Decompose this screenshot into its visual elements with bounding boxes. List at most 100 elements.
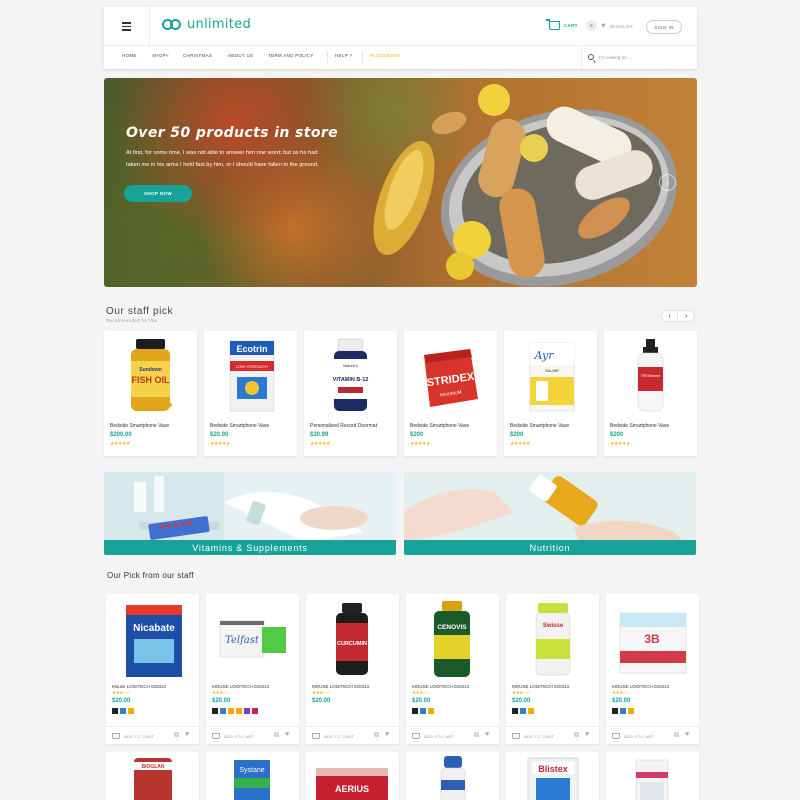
compare-icon[interactable]: ⧉ <box>174 732 179 740</box>
product-card[interactable]: 3B MOUSE LOGITECH 020313 ★★★☆☆ $20.00 AD… <box>606 594 699 744</box>
color-swatch[interactable] <box>112 708 118 714</box>
slider-next-icon[interactable]: › <box>659 174 676 191</box>
compare-icon[interactable]: ⧉ <box>374 732 379 740</box>
product-card[interactable]: CURCUMIN MOUSE LOGITECH 020313 ★★★☆☆ $20… <box>306 594 399 744</box>
product-card[interactable] <box>606 752 699 800</box>
category-label[interactable]: Nutrition <box>404 540 696 555</box>
color-swatch[interactable] <box>236 708 242 714</box>
card-actions: ADD TO CART ⧉ ♥ <box>606 726 699 744</box>
product-name[interactable]: Mouse LOGITECH 020313 <box>112 684 166 689</box>
compare-icon[interactable]: ⧉ <box>574 732 579 740</box>
heart-icon[interactable]: ♥ <box>585 731 589 738</box>
color-swatch[interactable] <box>528 708 534 714</box>
product-name[interactable]: Bedside Smartphone Vase <box>510 423 569 429</box>
product-card[interactable]: STRIDEX MAXIMUM Bedside Smartphone Vase … <box>404 331 497 456</box>
nav-christmas[interactable]: CHRISTMAS <box>183 53 212 58</box>
product-name[interactable]: MOUSE LOGITECH 020313 <box>312 684 369 689</box>
color-swatch[interactable] <box>252 708 258 714</box>
nav-shop[interactable]: SHOP˅ <box>152 53 169 58</box>
color-swatch[interactable] <box>220 708 226 714</box>
color-swatch[interactable] <box>228 708 234 714</box>
color-swatch[interactable] <box>412 708 418 714</box>
product-name[interactable]: Bedside Smartphone Vase <box>210 423 269 429</box>
product-image: STRIDEX MAXIMUM <box>424 349 478 407</box>
product-card[interactable] <box>406 752 499 800</box>
nav-home[interactable]: HOME <box>122 53 137 58</box>
logo[interactable]: unlimited <box>162 17 251 32</box>
product-price: $20.00 <box>210 432 229 438</box>
heart-icon[interactable]: ♥ <box>285 731 289 738</box>
next-arrow-icon[interactable]: › <box>678 310 695 322</box>
product-card[interactable]: BIOGLAN <box>106 752 199 800</box>
add-to-cart-button[interactable]: ADD TO CART <box>112 733 154 739</box>
product-card[interactable]: Ayr SALINE Bedside Smartphone Vase $200 … <box>504 331 597 456</box>
heart-icon[interactable]: ♥ <box>385 731 389 738</box>
star-rating-icon: ★★★☆☆ <box>312 690 331 695</box>
card-actions: ADD TO CART ⧉ ♥ <box>406 726 499 744</box>
svg-text:VITAMIN B-12: VITAMIN B-12 <box>333 377 369 383</box>
add-to-cart-button[interactable]: ADD TO CART <box>512 733 554 739</box>
compare-icon[interactable]: ⧉ <box>674 732 679 740</box>
product-card[interactable]: Blistex <box>506 752 599 800</box>
color-swatch[interactable] <box>428 708 434 714</box>
product-card[interactable]: Ecotrin LOW STRENGTH Bedside Smartphone … <box>204 331 297 456</box>
sign-in-button[interactable]: SIGN IN <box>646 20 682 34</box>
nav-help[interactable]: HELP ˅ <box>335 53 352 58</box>
color-swatch[interactable] <box>612 708 618 714</box>
color-swatch[interactable] <box>520 708 526 714</box>
color-swatch[interactable] <box>212 708 218 714</box>
product-card[interactable]: Nicabate Mouse LOGITECH 020313 ★★★☆☆ $20… <box>106 594 199 744</box>
product-name[interactable]: Bedside Smartphone Vase <box>610 423 669 429</box>
add-to-cart-button[interactable]: ADD TO CART <box>212 733 254 739</box>
product-card[interactable]: Telfast MOUSE LOGITECH 020313 ★★★☆☆ $20.… <box>206 594 299 744</box>
color-swatch[interactable] <box>512 708 518 714</box>
product-name[interactable]: Bedside Smartphone Vase <box>410 423 469 429</box>
nav-divider <box>362 51 363 63</box>
color-swatch[interactable] <box>128 708 134 714</box>
search-input[interactable]: I'm looking for ... <box>599 55 632 60</box>
heart-icon[interactable]: ♥ <box>185 731 189 738</box>
color-swatch[interactable] <box>620 708 626 714</box>
category-label[interactable]: Vitamins & Supplements <box>104 540 396 555</box>
category-banner-nutrition[interactable]: Nutrition <box>404 472 696 555</box>
product-name[interactable]: Personalized Record Doormat <box>310 423 377 429</box>
add-to-cart-button[interactable]: ADD TO CART <box>312 733 354 739</box>
product-card[interactable]: CENOVIS MOUSE LOGITECH 020313 ★★★☆☆ $20.… <box>406 594 499 744</box>
product-image: Nature's VITAMIN B-12 <box>333 338 369 411</box>
product-card[interactable]: Nature's VITAMIN B-12 Personalized Recor… <box>304 331 397 456</box>
nav-lookbook[interactable]: #LOOKBOOK <box>370 53 401 58</box>
svg-text:Sundown: Sundown <box>139 367 162 373</box>
compare-icon[interactable]: ⧉ <box>274 732 279 740</box>
shop-now-button[interactable]: SHOP NOW <box>124 185 192 202</box>
product-card[interactable]: TRESemmé Bedside Smartphone Vase $200 ★★… <box>604 331 697 456</box>
product-card[interactable]: Sundown FISH OIL Bedside Smartphone Vase… <box>104 331 197 456</box>
product-name[interactable]: MOUSE LOGITECH 020313 <box>212 684 269 689</box>
product-name[interactable]: MOUSE LOGITECH 020313 <box>512 684 569 689</box>
star-rating-icon: ★★★★★ <box>110 441 130 447</box>
heart-icon[interactable]: ♥ <box>485 731 489 738</box>
color-swatch[interactable] <box>120 708 126 714</box>
compare-icon[interactable]: ⧉ <box>474 732 479 740</box>
product-card[interactable]: AERIUS <box>306 752 399 800</box>
category-banner-vitamins[interactable]: Vitamins & Supplements <box>104 472 396 555</box>
product-card[interactable]: Swisse MOUSE LOGITECH 020313 ★★★☆☆ $20.0… <box>506 594 599 744</box>
add-to-cart-button[interactable]: ADD TO CART <box>412 733 454 739</box>
color-swatch[interactable] <box>628 708 634 714</box>
color-swatch[interactable] <box>420 708 426 714</box>
heart-icon[interactable]: ♥ <box>685 731 689 738</box>
cart-button[interactable]: CART 0 <box>546 19 597 31</box>
prev-arrow-icon[interactable]: ‹ <box>661 310 678 322</box>
product-name[interactable]: MOUSE LOGITECH 020313 <box>412 684 469 689</box>
wishlist-button[interactable]: ♥ WISHLIST <box>601 22 633 30</box>
nav-about-us[interactable]: ABOUT US <box>228 53 253 58</box>
cart-icon <box>546 19 560 30</box>
search-box[interactable]: I'm looking for ... <box>581 46 697 68</box>
menu-icon[interactable] <box>104 7 150 46</box>
cart-icon <box>212 733 220 739</box>
add-to-cart-button[interactable]: ADD TO CART <box>612 733 654 739</box>
product-name[interactable]: Bedside Smartphone Vase <box>110 423 169 429</box>
nav-term-and-policy[interactable]: TERM AND POLICY <box>268 53 314 58</box>
product-card[interactable]: Systane <box>206 752 299 800</box>
color-swatch[interactable] <box>244 708 250 714</box>
product-name[interactable]: MOUSE LOGITECH 020313 <box>612 684 669 689</box>
